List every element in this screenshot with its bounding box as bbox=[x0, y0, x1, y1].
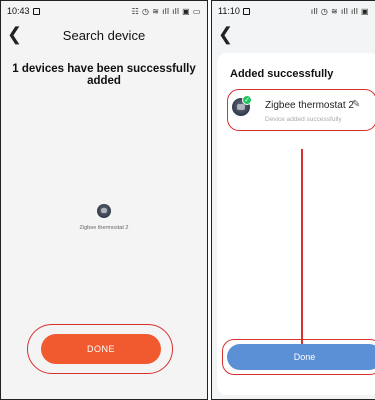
device-name: Zigbee thermostat 2 bbox=[79, 225, 129, 231]
status-icons: ☷ ◷ ≋ ıll ıll ▣ ▭ bbox=[131, 6, 201, 16]
edit-pencil-icon[interactable]: ✎ bbox=[352, 99, 360, 110]
status-icons: ıll ◷ ≋ ıll ıll ▣ bbox=[310, 6, 369, 16]
section-title: Added successfully bbox=[230, 68, 334, 80]
done-button[interactable]: DONE bbox=[41, 334, 161, 364]
device-avatar: ✓ bbox=[232, 95, 252, 118]
chevron-left-icon[interactable]: ❮ bbox=[7, 24, 22, 44]
left-phone-screen: 10:43 ☷ ◷ ≋ ıll ıll ▣ ▭ ❮ Search device … bbox=[0, 0, 208, 400]
device-item[interactable]: Zigbee thermostat 2 bbox=[1, 204, 207, 232]
notification-icon bbox=[242, 7, 250, 15]
done-button[interactable]: Done bbox=[227, 344, 375, 370]
nav-bar: ❮ Search device bbox=[1, 21, 207, 49]
device-name: Zigbee thermostat 2 bbox=[265, 100, 354, 111]
status-time: 11:10 bbox=[218, 6, 240, 16]
status-bar: 10:43 ☷ ◷ ≋ ıll ıll ▣ ▭ bbox=[1, 1, 207, 21]
status-time: 10:43 bbox=[7, 6, 30, 16]
device-status: Device added successfully bbox=[265, 116, 342, 123]
page-title: Search device bbox=[62, 27, 146, 43]
notification-icon bbox=[32, 7, 40, 15]
nav-bar: ❮ bbox=[212, 21, 375, 49]
chevron-left-icon[interactable]: ❮ bbox=[218, 24, 233, 44]
check-icon: ✓ bbox=[242, 95, 252, 105]
annotation-arrow-line bbox=[301, 149, 303, 347]
thermostat-icon bbox=[97, 204, 111, 218]
status-bar: 11:10 ıll ◷ ≋ ıll ıll ▣ bbox=[212, 1, 375, 21]
right-phone-screen: 11:10 ıll ◷ ≋ ıll ıll ▣ ❮ Added successf… bbox=[211, 0, 375, 400]
success-message: 1 devices have been successfully added bbox=[12, 63, 196, 87]
